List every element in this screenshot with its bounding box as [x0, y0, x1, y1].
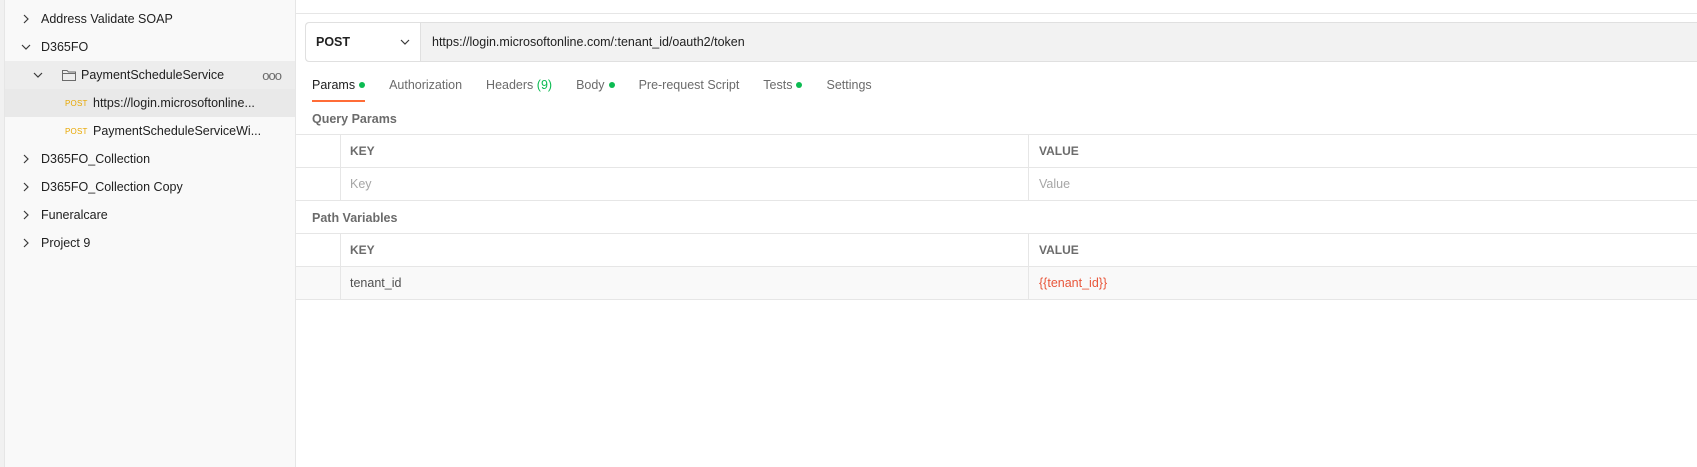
tab-params[interactable]: Params: [312, 76, 366, 102]
tree-item-label: Address Validate SOAP: [41, 12, 173, 26]
path-variable-value-input[interactable]: {{tenant_id}}: [1030, 267, 1697, 299]
url-input[interactable]: https://login.microsoftonline.com/:tenan…: [421, 23, 1697, 61]
status-dot: [608, 81, 615, 88]
tab-label: Headers: [486, 78, 534, 92]
row-gutter: [296, 135, 341, 167]
tree-item-label: PaymentScheduleService: [81, 68, 225, 82]
tab-label: Tests: [763, 78, 793, 92]
table-header-row: KEY VALUE: [296, 234, 1697, 267]
tab-label: Params: [312, 78, 356, 92]
chevron-down-icon[interactable]: [19, 40, 33, 54]
query-params-table: KEY VALUE Key Value: [296, 134, 1697, 201]
tree-item-request-payment-schedule[interactable]: POST PaymentScheduleServiceWi...: [5, 117, 295, 145]
row-gutter: [296, 168, 341, 200]
tab-label: Pre-request Script: [638, 78, 740, 92]
tab-label: Body: [576, 78, 605, 92]
chevron-right-icon[interactable]: [19, 180, 33, 194]
chevron-down-icon[interactable]: [31, 68, 45, 82]
tab-body[interactable]: Body: [576, 76, 615, 102]
tab-authorization[interactable]: Authorization: [389, 76, 462, 102]
divider: [296, 13, 1697, 14]
tab-tests[interactable]: Tests: [763, 76, 803, 102]
key-header: KEY: [341, 135, 1029, 167]
tab-pre-request-script[interactable]: Pre-request Script: [639, 76, 740, 102]
tree-item-address-validate-soap[interactable]: Address Validate SOAP: [5, 5, 295, 33]
path-variables-table: KEY VALUE tenant_id {{tenant_id}}: [296, 233, 1697, 300]
path-variable-key: tenant_id: [341, 267, 1029, 299]
value-header: VALUE: [1039, 243, 1079, 257]
table-header-row: KEY VALUE: [296, 135, 1697, 168]
collections-sidebar: Address Validate SOAP D365FO PaymentSche…: [0, 0, 296, 467]
table-row: tenant_id {{tenant_id}}: [296, 267, 1697, 300]
tree-item-label: Project 9: [41, 236, 91, 250]
table-row: Key Value: [296, 168, 1697, 201]
chevron-right-icon[interactable]: [19, 12, 33, 26]
key-input[interactable]: Key: [341, 168, 1029, 200]
tree-item-request-token[interactable]: POST https://login.microsoftonline...: [5, 89, 295, 117]
headers-count: (9): [536, 78, 553, 92]
folder-icon: [62, 70, 76, 81]
query-params-title: Query Params: [312, 112, 397, 126]
request-tabs: Params Authorization Headers (9) Body Pr…: [312, 76, 896, 102]
tree-item-d365fo-collection[interactable]: D365FO_Collection: [5, 145, 295, 173]
status-dot: [359, 81, 366, 88]
method-badge: POST: [65, 98, 88, 108]
chevron-right-icon[interactable]: [19, 152, 33, 166]
tree-item-label: https://login.microsoftonline...: [93, 96, 255, 110]
tab-headers[interactable]: Headers (9): [486, 76, 552, 102]
tree-item-label: D365FO_Collection Copy: [41, 180, 183, 194]
tab-settings[interactable]: Settings: [826, 76, 871, 102]
tree-item-label: D365FO: [41, 40, 89, 54]
url-input-value: https://login.microsoftonline.com/:tenan…: [432, 35, 745, 49]
method-select-value: POST: [316, 35, 351, 49]
request-editor: POST https://login.microsoftonline.com/:…: [296, 0, 1697, 467]
chevron-right-icon[interactable]: [19, 236, 33, 250]
method-select[interactable]: POST: [306, 23, 421, 61]
tree-item-label: D365FO_Collection: [41, 152, 151, 166]
tree-item-funeralcare[interactable]: Funeralcare: [5, 201, 295, 229]
more-actions-icon[interactable]: ooo: [262, 68, 282, 83]
tree-item-label: Funeralcare: [41, 208, 108, 222]
tree-item-label: PaymentScheduleServiceWi...: [93, 124, 262, 138]
path-variables-title: Path Variables: [312, 211, 398, 225]
tree-item-project-9[interactable]: Project 9: [5, 229, 295, 257]
value-input[interactable]: Value: [1030, 168, 1697, 200]
key-header: KEY: [341, 234, 1029, 266]
request-url-bar: POST https://login.microsoftonline.com/:…: [305, 22, 1697, 62]
tree-item-payment-schedule-service[interactable]: PaymentScheduleService ooo: [5, 61, 295, 89]
chevron-down-icon: [400, 39, 410, 45]
chevron-right-icon[interactable]: [19, 208, 33, 222]
status-dot: [796, 81, 803, 88]
tree-item-d365fo[interactable]: D365FO: [5, 33, 295, 61]
tree-item-d365fo-collection-copy[interactable]: D365FO_Collection Copy: [5, 173, 295, 201]
row-gutter: [296, 267, 341, 299]
tab-label: Authorization: [389, 78, 463, 92]
tab-label: Settings: [826, 78, 872, 92]
value-header: VALUE: [1039, 144, 1079, 158]
method-badge: POST: [65, 126, 88, 136]
row-gutter: [296, 234, 341, 266]
